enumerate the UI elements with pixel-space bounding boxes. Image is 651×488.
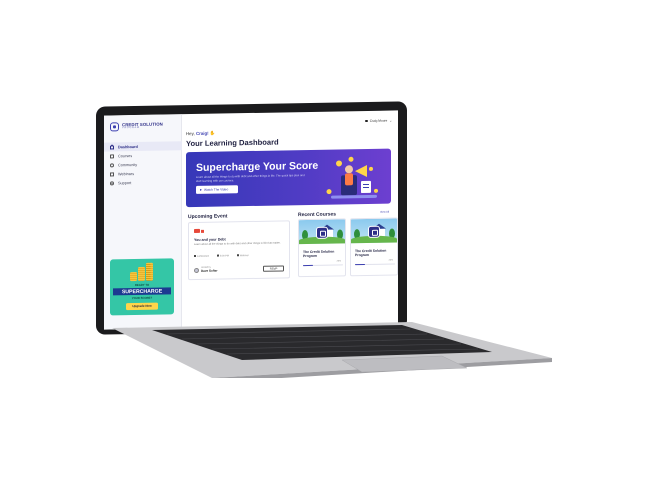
- event-title: You and your Debt: [194, 237, 226, 242]
- promo-line3: YOUR SCORE?: [131, 295, 153, 301]
- laptop-screen: CREDIT SOLUTION PROGRAM Dashboard Course…: [104, 110, 398, 330]
- upgrade-promo-card: READY TO SUPERCHARGE YOUR SCORE? Upgrade…: [110, 258, 174, 316]
- book-icon: [110, 153, 114, 158]
- course-title: The Credit Solution Program: [355, 248, 387, 258]
- play-icon: [200, 188, 202, 191]
- promo-headline: SUPERCHARGE: [113, 287, 171, 296]
- progress-fill: [355, 264, 365, 266]
- event-card[interactable]: You and your Debt Learn about all the th…: [188, 220, 290, 281]
- video-icon: [110, 171, 114, 176]
- progress-fill: [303, 264, 313, 267]
- sidebar: CREDIT SOLUTION PROGRAM Dashboard Course…: [104, 114, 182, 330]
- course-progress-bar: [303, 264, 343, 267]
- event-host: Hosted by Dave Sofier: [194, 267, 218, 273]
- avatar: [194, 267, 199, 273]
- event-time: 8:00 PM: [217, 254, 229, 257]
- sidebar-item-label: Community: [118, 162, 138, 167]
- rsvp-button[interactable]: RSVP: [263, 265, 284, 272]
- hero-description: Learn about all the things to do with de…: [196, 173, 305, 183]
- sidebar-item-label: Dashboard: [118, 144, 138, 149]
- course-card[interactable]: The Credit Solution Program 25%: [350, 217, 398, 277]
- sidebar-nav: Dashboard Courses Community Webinars Sup…: [104, 141, 182, 187]
- coins-illustration: [130, 262, 156, 282]
- logo[interactable]: CREDIT SOLUTION PROGRAM: [110, 122, 163, 132]
- hero-illustration: [326, 156, 378, 199]
- greeting: Hey, Craig! ✋: [186, 131, 215, 138]
- course-thumbnail: [299, 219, 345, 245]
- coin-stack: [130, 271, 137, 282]
- host-name: Dave Sofier: [201, 268, 218, 273]
- event-description: Learn about all the things to do with de…: [194, 241, 281, 246]
- coin-stack: [146, 262, 153, 281]
- logo-icon: [110, 122, 119, 132]
- users-icon: [110, 162, 114, 167]
- logo-subtitle: PROGRAM: [122, 126, 140, 130]
- course-title: The Credit Solution Program: [303, 249, 335, 259]
- logo-icon: [368, 225, 380, 238]
- logo-text: CREDIT SOLUTION PROGRAM: [122, 122, 163, 131]
- wave-icon: ✋: [209, 130, 216, 136]
- greeting-prefix: Hey,: [186, 130, 195, 137]
- event-type: Webinar: [237, 254, 249, 257]
- course-progress-bar: [355, 263, 395, 266]
- live-badge-icon: [194, 228, 200, 233]
- course-card[interactable]: The Credit Solution Program 25%: [298, 218, 346, 278]
- coin-stack: [138, 266, 145, 281]
- laptop-base: [112, 322, 552, 378]
- user-name: Craig Moore: [369, 118, 388, 123]
- watch-video-button[interactable]: Watch The Video: [196, 185, 238, 194]
- event-date: 12/06/2024: [194, 255, 209, 258]
- help-icon: [110, 180, 114, 185]
- hero-title: Supercharge Your Score: [196, 159, 319, 174]
- avatar: [365, 119, 368, 123]
- user-menu[interactable]: Craig Moore ⌄: [365, 119, 392, 123]
- view-all-link[interactable]: View All: [380, 211, 389, 214]
- event-meta: 12/06/2024 8:00 PM Webinar: [194, 254, 249, 258]
- sidebar-item-support[interactable]: Support: [104, 177, 182, 187]
- main-content: Craig Moore ⌄ Hey, Craig! ✋ Your Learnin…: [184, 110, 398, 328]
- course-thumbnail: [351, 218, 397, 244]
- upcoming-event-heading: Upcoming Event: [188, 213, 228, 221]
- chevron-down-icon: ⌄: [389, 118, 392, 123]
- upgrade-now-button[interactable]: Upgrade Now: [126, 302, 158, 311]
- sidebar-item-label: Support: [118, 180, 132, 185]
- home-icon: [110, 144, 114, 149]
- course-progress-text: 25%: [388, 259, 393, 262]
- watch-video-label: Watch The Video: [204, 187, 229, 192]
- recent-courses-heading: Recent Courses: [298, 211, 337, 219]
- greeting-name: Craig!: [195, 130, 209, 136]
- sidebar-item-label: Webinars: [118, 171, 134, 176]
- logo-icon: [316, 226, 328, 239]
- hero-banner: Supercharge Your Score Learn about all t…: [186, 148, 391, 208]
- page-title: Your Learning Dashboard: [186, 137, 279, 149]
- sidebar-item-label: Courses: [118, 153, 133, 158]
- course-progress-text: 25%: [336, 260, 341, 263]
